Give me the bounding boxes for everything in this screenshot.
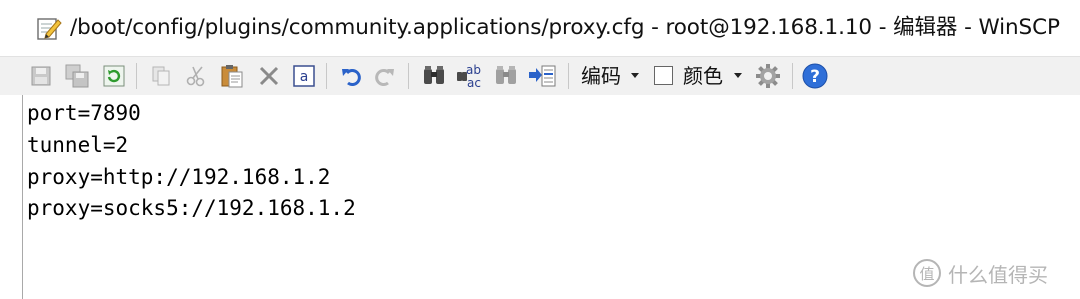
left-margin xyxy=(0,95,22,299)
reload-icon xyxy=(103,65,125,87)
editor-toolbar: a ab ac 编码 颜色 ? xyxy=(0,56,1080,96)
find-next-icon xyxy=(496,66,516,84)
copy-icon xyxy=(152,66,170,86)
editor-line[interactable]: tunnel=2 xyxy=(27,129,128,161)
toolbar-separator xyxy=(326,63,327,89)
undo-icon xyxy=(342,69,361,86)
reload-button[interactable] xyxy=(99,61,129,91)
delete-icon xyxy=(259,66,279,86)
save-all-icon xyxy=(65,64,89,88)
select-all-button[interactable]: a xyxy=(289,61,319,91)
color-chevron-down-icon[interactable] xyxy=(734,73,742,78)
color-dropdown-label[interactable]: 颜色 xyxy=(683,57,723,95)
find-next-button[interactable] xyxy=(491,61,521,91)
window-title: /boot/config/plugins/community.applicati… xyxy=(70,15,1060,40)
goto-line-button[interactable] xyxy=(527,61,557,91)
watermark-text: 什么值得买 xyxy=(948,262,1048,287)
smzdm-logo-icon: 值 xyxy=(913,259,941,287)
preferences-button[interactable] xyxy=(753,61,783,91)
paste-icon xyxy=(221,65,243,88)
encoding-chevron-down-icon[interactable] xyxy=(631,73,639,78)
toolbar-separator xyxy=(792,63,793,89)
help-icon: ? xyxy=(802,63,828,89)
editor-line[interactable]: proxy=http://192.168.1.2 xyxy=(27,161,330,193)
redo-icon xyxy=(375,69,394,86)
svg-text:?: ? xyxy=(810,67,820,87)
replace-button[interactable]: ab ac xyxy=(455,61,485,91)
gear-icon xyxy=(756,64,780,88)
notepad-pencil-icon xyxy=(37,18,62,40)
cut-icon xyxy=(186,66,205,87)
find-button[interactable] xyxy=(419,61,449,91)
paste-button[interactable] xyxy=(217,61,247,91)
toolbar-separator xyxy=(136,63,137,89)
help-button[interactable]: ? xyxy=(800,61,830,91)
save-icon xyxy=(31,66,51,86)
svg-text:ab: ab xyxy=(466,63,481,77)
toolbar-separator xyxy=(568,63,569,89)
replace-icon: ab ac xyxy=(457,63,481,90)
smzdm-watermark: 值 什么值得买 xyxy=(912,258,1048,288)
cut-button[interactable] xyxy=(181,61,211,91)
redo-button[interactable] xyxy=(370,61,400,91)
copy-button[interactable] xyxy=(146,61,176,91)
goto-line-icon xyxy=(529,65,556,87)
delete-button[interactable] xyxy=(254,61,284,91)
color-checkbox[interactable] xyxy=(654,66,673,85)
undo-button[interactable] xyxy=(336,61,366,91)
svg-text:a: a xyxy=(300,69,309,85)
save-all-button[interactable] xyxy=(62,61,92,91)
window-titlebar: /boot/config/plugins/community.applicati… xyxy=(0,0,1080,56)
save-button[interactable] xyxy=(26,61,56,91)
svg-text:ac: ac xyxy=(467,76,481,90)
encoding-dropdown-label[interactable]: 编码 xyxy=(581,57,621,95)
find-icon xyxy=(424,66,444,84)
toolbar-separator xyxy=(408,63,409,89)
editor-line[interactable]: proxy=socks5://192.168.1.2 xyxy=(27,192,356,224)
svg-text:值: 值 xyxy=(919,265,934,283)
editor-line[interactable]: port=7890 xyxy=(27,97,141,129)
select-all-icon: a xyxy=(293,65,315,87)
